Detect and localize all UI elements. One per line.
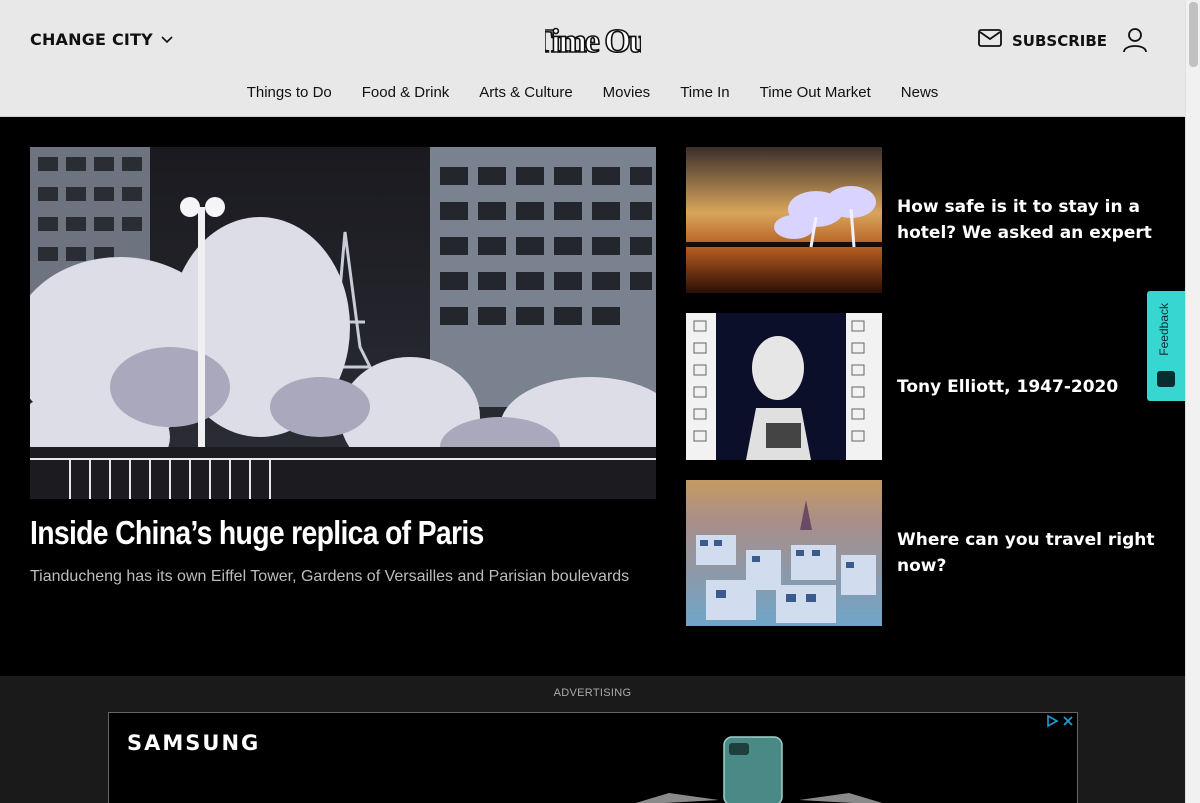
ad-brand-logo: SAMSUNG <box>127 731 261 755</box>
hero-subheadline: Tianducheng has its own Eiffel Tower, Ga… <box>30 568 630 585</box>
story-card-travel[interactable]: Where can you travel right now? <box>686 480 1166 626</box>
ad-product-image <box>635 736 883 803</box>
ad-controls <box>1045 714 1075 733</box>
story-title: Where can you travel right now? <box>897 530 1155 576</box>
change-city-label: CHANGE CITY <box>30 30 153 49</box>
site-header: CHANGE CITY Time Out SUBSCRIBE Things to… <box>0 0 1185 117</box>
hero-image[interactable] <box>30 147 656 499</box>
scrollbar-thumb[interactable] <box>1189 2 1198 67</box>
story-title: How safe is it to stay in a hotel? We as… <box>897 197 1152 243</box>
story-thumbnail <box>686 147 882 293</box>
logo-wordmark: Time Out <box>545 23 641 60</box>
nav-news[interactable]: News <box>901 84 939 101</box>
adchoices-icon[interactable] <box>1045 714 1059 733</box>
envelope-icon <box>978 28 1002 53</box>
nav-movies[interactable]: Movies <box>603 84 651 101</box>
advertising-label: ADVERTISING <box>553 687 632 699</box>
feedback-icon <box>1157 371 1175 387</box>
nav-arts-culture[interactable]: Arts & Culture <box>479 84 572 101</box>
timeout-logo[interactable]: Time Out <box>530 20 660 61</box>
nav-time-out-market[interactable]: Time Out Market <box>760 84 871 101</box>
nav-things-to-do[interactable]: Things to Do <box>247 84 332 101</box>
feedback-tab[interactable]: Feedback <box>1147 291 1185 401</box>
story-title: Tony Elliott, 1947-2020 <box>897 376 1119 397</box>
user-account-icon[interactable] <box>1122 27 1148 53</box>
feedback-label: Feedback <box>1157 303 1171 356</box>
main-nav: Things to Do Food & Drink Arts & Culture… <box>0 84 1185 101</box>
ad-banner[interactable]: SAMSUNG <box>108 712 1078 803</box>
subscribe-button[interactable]: SUBSCRIBE <box>978 28 1107 53</box>
story-thumbnail <box>686 480 882 626</box>
subscribe-label: SUBSCRIBE <box>1012 31 1108 50</box>
hero-headline[interactable]: Inside China’s huge replica of Paris <box>30 514 484 552</box>
chevron-down-icon <box>161 31 173 49</box>
nav-time-in[interactable]: Time In <box>680 84 729 101</box>
story-thumbnail <box>686 313 882 460</box>
story-card-tony-elliott[interactable]: Tony Elliott, 1947-2020 <box>686 313 1166 460</box>
change-city-dropdown[interactable]: CHANGE CITY <box>30 30 173 49</box>
story-card-hotel[interactable]: How safe is it to stay in a hotel? We as… <box>686 147 1166 293</box>
nav-food-drink[interactable]: Food & Drink <box>362 84 450 101</box>
ad-close-icon[interactable] <box>1061 714 1075 733</box>
page-scrollbar[interactable] <box>1185 0 1200 803</box>
